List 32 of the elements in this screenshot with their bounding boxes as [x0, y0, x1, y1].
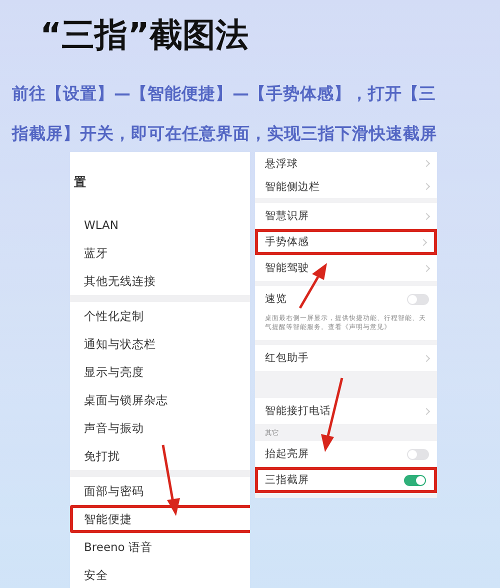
- settings-item[interactable]: 蓝牙: [70, 239, 250, 267]
- instruction-text: 指截屏】开关，即可在任意界面，实现三指下滑快速截屏: [12, 123, 438, 145]
- page-title: “三指”截图法: [40, 14, 250, 56]
- settings-item[interactable]: 显示与亮度: [70, 358, 250, 386]
- settings-item[interactable]: WLAN: [70, 211, 250, 239]
- settings-item[interactable]: Breeno 语音: [70, 533, 250, 561]
- toggle-switch[interactable]: [407, 294, 429, 304]
- settings-item[interactable]: 智慧识屏: [255, 203, 437, 229]
- settings-item[interactable]: 智能接打电话: [255, 398, 437, 424]
- settings-item[interactable]: 桌面与锁屏杂志: [70, 386, 250, 414]
- settings-item[interactable]: 免打扰: [70, 442, 250, 470]
- settings-item[interactable]: 安全: [70, 561, 250, 588]
- settings-item[interactable]: 红包助手: [255, 345, 437, 371]
- toggle-switch[interactable]: [407, 448, 429, 460]
- settings-item[interactable]: 通知与状态栏: [70, 330, 250, 358]
- settings-item[interactable]: 智能侧边栏: [255, 175, 437, 198]
- arrow: [162, 444, 180, 516]
- setting-label: 三指截屏: [265, 473, 309, 487]
- settings-item[interactable]: 智能驾驶: [255, 255, 437, 281]
- settings-item[interactable]: 手势体感: [255, 229, 437, 255]
- settings-item[interactable]: 面部与密码: [70, 477, 250, 505]
- toggle-switch[interactable]: [404, 474, 426, 486]
- settings-item[interactable]: 声音与振动: [70, 414, 250, 442]
- settings-item[interactable]: 智能便捷: [70, 505, 250, 533]
- screen-header: 置: [73, 174, 87, 191]
- setting-label: 抬起亮屏: [265, 447, 309, 461]
- arrow: [298, 263, 327, 309]
- instruction-text: 前往【设置】—【智能便捷】—【手势体感】，打开【三: [12, 83, 437, 105]
- settings-item[interactable]: 悬浮球: [255, 152, 437, 175]
- setting-label: 速览: [265, 292, 287, 306]
- settings-item[interactable]: 其他无线连接: [70, 267, 250, 295]
- settings-item[interactable]: 个性化定制: [70, 302, 250, 330]
